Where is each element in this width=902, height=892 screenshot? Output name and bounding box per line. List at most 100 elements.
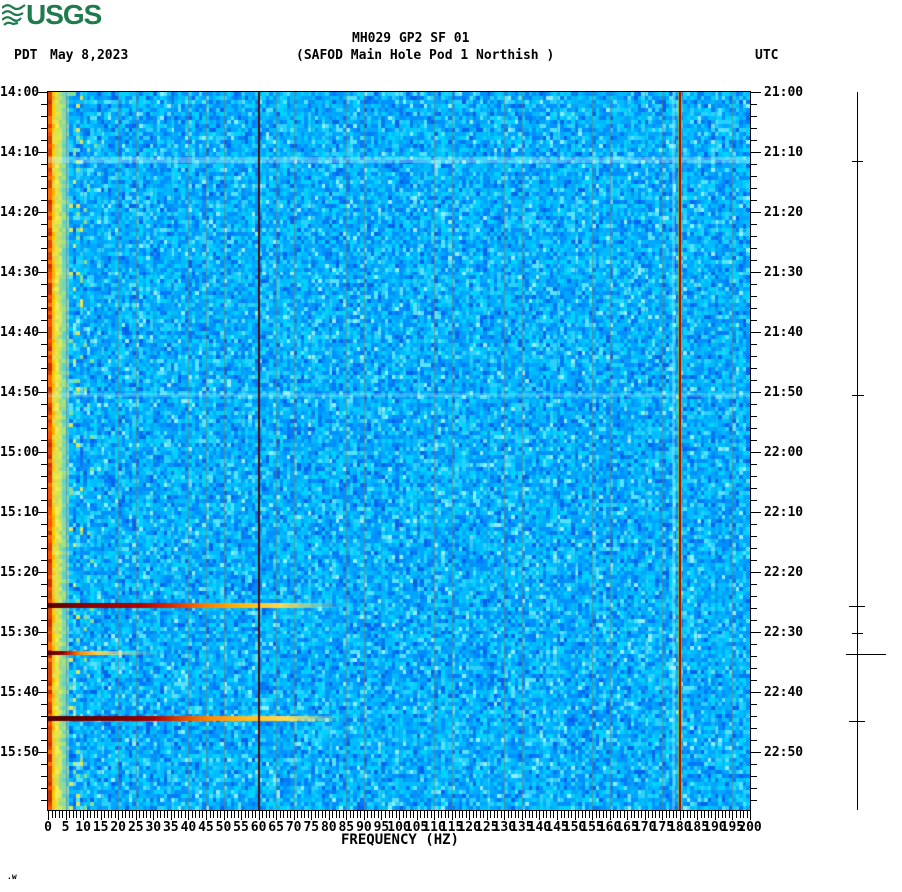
pdt-tick-label: 15:10 [0, 505, 40, 520]
utc-minor-tick [751, 104, 757, 105]
freq-minor-tick [409, 811, 411, 818]
pdt-tick-label: 14:20 [0, 205, 40, 220]
freq-minor-tick [227, 811, 228, 818]
frequency-axis-title: FREQUENCY (HZ) [340, 832, 459, 848]
freq-major-tick [627, 811, 629, 820]
freq-minor-tick [149, 811, 151, 818]
utc-minor-tick [751, 236, 757, 237]
spectrogram-heatmap [48, 92, 750, 810]
utc-tick-label: 21:20 [764, 205, 804, 220]
freq-minor-tick [111, 811, 113, 818]
utc-minor-tick [751, 608, 757, 609]
pdt-minor-tick [41, 740, 48, 741]
freq-minor-tick [514, 811, 516, 818]
freq-minor-tick [511, 811, 513, 818]
footnote-text: .w [7, 872, 17, 881]
freq-minor-tick [599, 811, 601, 818]
freq-minor-tick [462, 811, 464, 818]
utc-minor-tick [751, 740, 757, 741]
freq-minor-tick [746, 811, 748, 818]
freq-minor-tick [728, 811, 730, 818]
freq-minor-tick [686, 811, 688, 818]
pdt-minor-tick [41, 584, 48, 585]
utc-minor-tick [751, 248, 757, 249]
freq-minor-tick [230, 811, 232, 818]
freq-major-tick [697, 811, 699, 820]
usgs-logo-text: USGS [26, 0, 102, 30]
utc-minor-tick [751, 356, 757, 357]
freq-major-tick [276, 811, 278, 820]
freq-minor-tick [304, 811, 306, 818]
freq-minor-tick [62, 811, 63, 818]
freq-minor-tick [97, 811, 99, 818]
pdt-minor-tick [41, 644, 48, 645]
pdt-minor-tick [41, 716, 48, 717]
pdt-minor-tick [41, 104, 48, 105]
utc-major-tick [751, 572, 761, 573]
utc-minor-tick [751, 416, 757, 417]
utc-minor-tick [751, 464, 757, 465]
utc-minor-tick [751, 260, 757, 261]
utc-major-tick [751, 212, 761, 213]
freq-minor-tick [542, 811, 544, 818]
trace-event-mark [852, 161, 863, 162]
freq-minor-tick [290, 811, 292, 818]
pdt-tick-label: 14:30 [0, 265, 40, 280]
freq-minor-tick [300, 811, 302, 818]
utc-minor-tick [751, 776, 757, 777]
freq-minor-tick [177, 811, 179, 818]
freq-minor-tick [318, 811, 320, 818]
pdt-tick-label: 14:00 [0, 85, 40, 100]
freq-minor-tick [458, 811, 460, 818]
utc-major-tick [751, 392, 761, 393]
pdt-minor-tick [41, 536, 48, 537]
freq-major-tick [609, 811, 611, 820]
freq-minor-tick [128, 811, 130, 818]
freq-minor-tick [156, 811, 158, 818]
pdt-minor-tick [41, 380, 48, 381]
utc-tick-label: 22:00 [764, 445, 804, 460]
freq-major-tick [118, 811, 120, 820]
freq-minor-tick [479, 811, 481, 818]
pdt-minor-tick [41, 800, 48, 801]
freq-minor-tick [160, 811, 162, 818]
freq-minor-tick [248, 811, 250, 818]
pdt-minor-tick [41, 656, 48, 657]
freq-minor-tick [279, 811, 281, 818]
freq-minor-tick [335, 811, 337, 818]
left-timezone-label: PDT [14, 48, 38, 63]
freq-minor-tick [339, 811, 341, 818]
pdt-tick-label: 14:10 [0, 145, 40, 160]
freq-minor-tick [76, 811, 78, 818]
utc-minor-tick [751, 548, 757, 549]
freq-minor-tick [613, 811, 615, 818]
utc-major-tick [751, 452, 761, 453]
freq-minor-tick [641, 811, 643, 818]
freq-minor-tick [139, 811, 141, 818]
freq-major-tick [732, 811, 734, 820]
freq-major-tick [592, 811, 593, 820]
utc-minor-tick [751, 716, 757, 717]
utc-minor-tick [751, 404, 757, 405]
utc-minor-tick [751, 296, 757, 297]
freq-minor-tick [564, 811, 565, 818]
freq-minor-tick [711, 811, 713, 818]
pdt-minor-tick [41, 620, 48, 621]
utc-minor-tick [751, 764, 757, 765]
pdt-minor-tick [41, 116, 48, 117]
freq-minor-tick [181, 811, 183, 818]
freq-minor-tick [213, 811, 214, 818]
utc-minor-tick [751, 584, 757, 585]
freq-minor-tick [332, 811, 334, 818]
utc-minor-tick [751, 704, 757, 705]
freq-minor-tick [634, 811, 636, 818]
utc-minor-tick [751, 668, 757, 669]
freq-minor-tick [269, 811, 271, 818]
freq-minor-tick [395, 811, 397, 818]
freq-minor-tick [620, 811, 622, 818]
freq-minor-tick [683, 811, 685, 818]
freq-major-tick [714, 811, 716, 820]
freq-minor-tick [132, 811, 134, 818]
freq-major-tick [311, 811, 313, 820]
freq-major-tick [434, 811, 436, 820]
